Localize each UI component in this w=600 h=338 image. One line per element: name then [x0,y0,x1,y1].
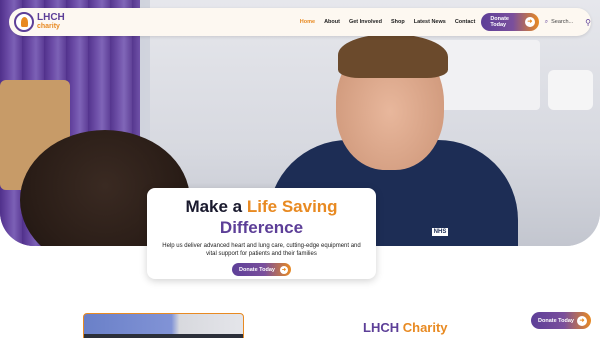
hero-card: Make a Life Saving Difference Help us de… [147,188,376,279]
section-title-part1: LHCH [363,320,400,335]
nav-item-about[interactable]: About [324,19,340,25]
hero-description: Help us deliver advanced heart and lung … [162,243,361,257]
floating-donate-label: Donate Today [538,317,574,324]
hero-donate-button[interactable]: Donate Today ➜ [232,263,291,276]
search-box[interactable]: ⌕ Search... ⚲ [545,18,591,27]
hero-donate-label: Donate Today [239,266,275,273]
nav-item-home[interactable]: Home [300,19,315,25]
arrow-right-icon: ➜ [577,315,587,326]
logo-mark-icon [14,12,34,32]
hero-title: Make a Life Saving Difference [147,196,376,238]
hero-title-line2: Difference [219,218,304,237]
search-icon: ⌕ [544,18,549,25]
nav-donate-button[interactable]: Donate Today ➜ [481,13,539,31]
top-navbar: LHCH charity Home About Get Involved Sho… [9,8,591,36]
search-icon[interactable]: ⚲ [585,18,591,27]
main-nav: Home About Get Involved Shop Latest News… [300,19,485,25]
logo[interactable]: LHCH charity [14,12,65,32]
hero-doctor-hair [338,34,448,78]
floating-donate-button[interactable]: Donate Today ➜ [531,312,591,329]
nav-item-contact[interactable]: Contact [455,19,475,25]
hero-wall-panel [548,70,593,110]
hero-title-part1: Make a [185,197,247,216]
arrow-right-icon: ➜ [280,265,288,274]
nav-donate-label: Donate Today [490,16,509,28]
nav-item-latest-news[interactable]: Latest News [414,19,446,25]
logo-text: LHCH charity [37,13,65,31]
nav-item-get-involved[interactable]: Get Involved [349,19,382,25]
logo-subtitle: charity [37,23,60,30]
nav-item-shop[interactable]: Shop [391,19,405,25]
arrow-right-icon: ➜ [525,17,535,27]
nhs-badge: NHS [432,228,448,236]
section-preview-image [83,313,244,338]
logo-title: LHCH [37,12,65,23]
section-title-part2: Charity [402,320,448,335]
hero-title-highlight: Life Saving [246,197,338,216]
section-title: LHCH Charity [363,320,448,335]
search-input[interactable]: Search... [551,19,579,25]
